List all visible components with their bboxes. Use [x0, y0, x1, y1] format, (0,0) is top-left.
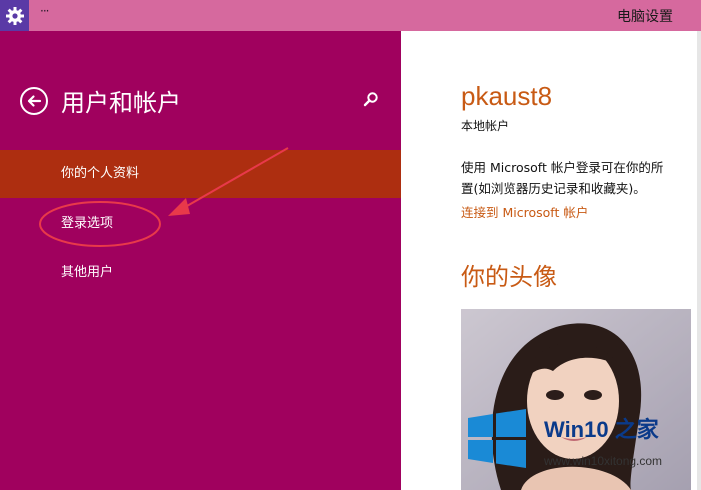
sidebar: 用户和帐户 你的个人资料 登录选项 其他用户: [0, 31, 401, 490]
account-username: pkaust8: [461, 81, 553, 111]
title-bar: ··· 电脑设置: [0, 0, 701, 31]
watermark: Win10 之家 www.win10xitong.com: [462, 406, 696, 478]
back-arrow-icon: [27, 95, 42, 107]
windows-logo-icon: [468, 409, 526, 468]
sidebar-item-sign-in-options[interactable]: 登录选项: [0, 200, 401, 248]
menu-dots[interactable]: ···: [40, 4, 50, 18]
watermark-site: www.win10xitong.com: [544, 454, 663, 468]
account-type: 本地帐户: [461, 119, 510, 133]
gear-icon[interactable]: [0, 0, 29, 31]
sidebar-item-other-users[interactable]: 其他用户: [0, 249, 401, 297]
search-icon[interactable]: [363, 91, 379, 111]
window-title: 电脑设置: [617, 9, 673, 25]
watermark-brand: Win10 之家: [544, 417, 659, 442]
sidebar-item-profile[interactable]: 你的个人资料: [0, 150, 401, 198]
avatar-heading: 你的头像: [461, 263, 557, 291]
back-button[interactable]: [20, 87, 48, 115]
connect-microsoft-account-link[interactable]: 连接到 Microsoft 帐户: [461, 202, 588, 221]
scrollbar[interactable]: [697, 31, 701, 490]
account-description: 使用 Microsoft 帐户登录可在你的所 置(如浏览器历史记录和收藏夹)。: [461, 160, 664, 196]
page-title: 用户和帐户: [61, 89, 181, 117]
